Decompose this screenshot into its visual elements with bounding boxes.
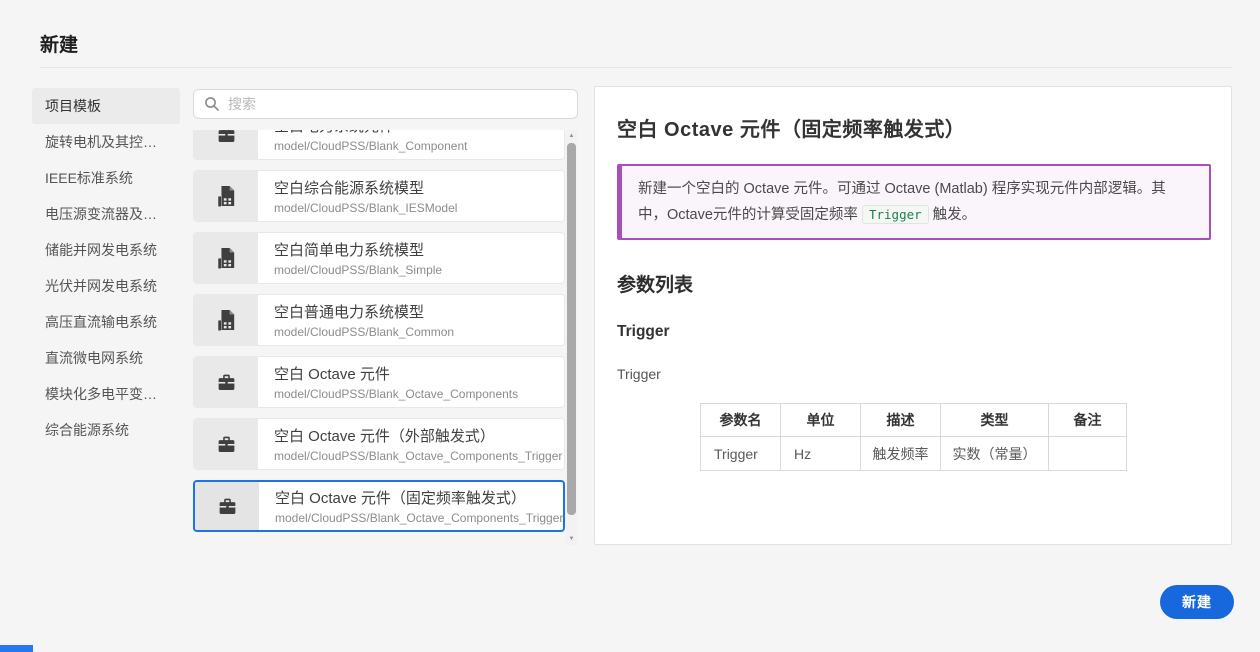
template-title: 空白 Octave 元件（固定频率触发式） [275,487,563,508]
trigger-code-chip: Trigger [862,205,929,224]
triangle-up-icon[interactable]: ▲ [566,130,577,142]
bottom-left-accent [0,645,33,652]
sidebar-item-rotating-machines[interactable]: 旋转电机及其控… [32,124,180,160]
sidebar-item-ieee-systems[interactable]: IEEE标准系统 [32,160,180,196]
sidebar-item-storage-grid[interactable]: 储能并网发电系统 [32,232,180,268]
col-description: 描述 [861,404,941,437]
template-title: 空白综合能源系统模型 [274,177,564,198]
template-path: model/CloudPSS/Blank_Octave_Components_T… [274,449,564,463]
model-file-icon [194,171,258,221]
sidebar-item-mmc[interactable]: 模块化多电平变… [32,376,180,412]
col-type: 类型 [941,404,1049,437]
description-text: 触发。 [929,207,977,223]
template-path: model/CloudPSS/Blank_Simple [274,263,564,277]
sidebar-item-hvdc[interactable]: 高压直流输电系统 [32,304,180,340]
table-row: Trigger Hz 触发频率 实数（常量） [701,437,1127,471]
title-divider [40,67,1232,68]
template-title: 空白电力系统元件 [274,130,564,136]
detail-title: 空白 Octave 元件（固定频率触发式） [617,113,1207,142]
sidebar-item-dc-microgrid[interactable]: 直流微电网系统 [32,340,180,376]
list-scrollbar[interactable]: ▲ ▼ [566,130,577,545]
template-card-blank-octave-triggerfreq[interactable]: 空白 Octave 元件（固定频率触发式） model/CloudPSS/Bla… [193,480,565,532]
template-title: 空白简单电力系统模型 [274,239,564,260]
template-path: model/CloudPSS/Blank_IESModel [274,201,564,215]
template-title: 空白 Octave 元件（外部触发式） [274,425,564,446]
triangle-down-icon[interactable]: ▼ [566,533,577,545]
template-card-blank-octave-trigger[interactable]: 空白 Octave 元件（外部触发式） model/CloudPSS/Blank… [193,418,565,470]
cell-description: 触发频率 [861,437,941,471]
sidebar-item-ies[interactable]: 综合能源系统 [32,412,180,448]
col-note: 备注 [1049,404,1127,437]
page-title: 新建 [40,30,78,57]
template-path: model/CloudPSS/Blank_Common [274,325,564,339]
template-card-blank-octave[interactable]: 空白 Octave 元件 model/CloudPSS/Blank_Octave… [193,356,565,408]
cell-unit: Hz [781,437,861,471]
description-callout: 新建一个空白的 Octave 元件。可通过 Octave (Matlab) 程序… [617,164,1211,240]
parameter-group-name: Trigger [617,366,1207,382]
template-path: model/CloudPSS/Blank_Octave_Components_T… [275,511,563,525]
search-input[interactable] [228,96,567,112]
create-button[interactable]: 新建 [1160,585,1234,619]
template-path: model/CloudPSS/Blank_Octave_Components [274,387,564,401]
col-param-name: 参数名 [701,404,781,437]
col-unit: 单位 [781,404,861,437]
template-card-blank-iesmodel[interactable]: 空白综合能源系统模型 model/CloudPSS/Blank_IESModel [193,170,565,222]
template-detail-panel: 空白 Octave 元件（固定频率触发式） 新建一个空白的 Octave 元件。… [594,86,1232,545]
parameter-group-title: Trigger [617,323,1207,341]
cell-param-name: Trigger [701,437,781,471]
toolbox-icon [195,482,259,530]
search-box[interactable] [193,89,578,119]
template-path: model/CloudPSS/Blank_Component [274,139,564,153]
model-file-icon [194,233,258,283]
cell-type: 实数（常量） [941,437,1049,471]
template-card-blank-common[interactable]: 空白普通电力系统模型 model/CloudPSS/Blank_Common [193,294,565,346]
parameters-heading: 参数列表 [617,270,1207,297]
sidebar-item-project-templates[interactable]: 项目模板 [32,88,180,124]
sidebar-item-vsc[interactable]: 电压源变流器及… [32,196,180,232]
search-icon [204,96,220,112]
table-header-row: 参数名 单位 描述 类型 备注 [701,404,1127,437]
template-title: 空白普通电力系统模型 [274,301,564,322]
toolbox-icon [194,357,258,407]
model-file-icon [194,295,258,345]
toolbox-icon [194,419,258,469]
category-sidebar: 项目模板 旋转电机及其控… IEEE标准系统 电压源变流器及… 储能并网发电系统… [32,88,180,448]
template-title: 空白 Octave 元件 [274,363,564,384]
scrollbar-thumb[interactable] [567,143,576,515]
toolbox-icon [194,130,258,159]
sidebar-item-pv-grid[interactable]: 光伏并网发电系统 [32,268,180,304]
template-card-blank-simple[interactable]: 空白简单电力系统模型 model/CloudPSS/Blank_Simple [193,232,565,284]
parameter-table: 参数名 单位 描述 类型 备注 Trigger Hz 触发频率 实数（常量） [700,403,1127,471]
template-list: 空白电力系统元件 model/CloudPSS/Blank_Component … [193,130,578,545]
cell-note [1049,437,1127,471]
template-card-blank-component[interactable]: 空白电力系统元件 model/CloudPSS/Blank_Component [193,130,565,160]
